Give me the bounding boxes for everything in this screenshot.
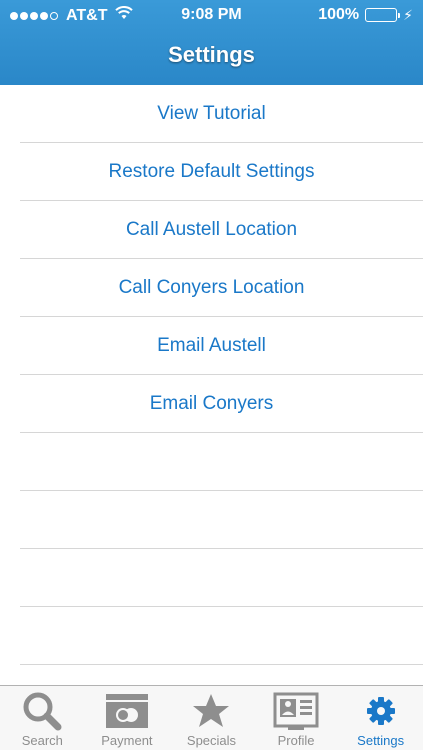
empty-row [20, 433, 423, 491]
tab-label: Profile [277, 733, 315, 748]
tab-label: Specials [186, 733, 237, 748]
tab-bar: Search Payment Specials Profile Settings [0, 685, 423, 750]
settings-item-email-conyers[interactable]: Email Conyers [20, 375, 423, 433]
battery-percentage: 100% [318, 6, 360, 23]
settings-item-view-tutorial[interactable]: View Tutorial [20, 85, 423, 143]
tab-payment[interactable]: Payment [85, 686, 170, 750]
settings-item-label: Email Conyers [149, 392, 274, 414]
tab-search[interactable]: Search [0, 686, 85, 750]
charging-icon: ⚡ [403, 6, 413, 23]
settings-item-label: View Tutorial [157, 102, 266, 124]
settings-item-label: Call Conyers Location [118, 276, 305, 298]
settings-item-restore-defaults[interactable]: Restore Default Settings [20, 143, 423, 201]
gear-icon [358, 690, 404, 732]
empty-row [20, 607, 423, 665]
settings-item-call-conyers[interactable]: Call Conyers Location [20, 259, 423, 317]
settings-item-label: Email Austell [157, 334, 266, 356]
page-title: Settings [168, 42, 255, 67]
payment-icon [104, 690, 150, 732]
profile-card-icon [273, 690, 319, 732]
settings-item-label: Call Austell Location [125, 218, 298, 240]
empty-row [20, 491, 423, 549]
settings-item-call-austell[interactable]: Call Austell Location [20, 201, 423, 259]
tab-label: Payment [101, 733, 153, 748]
star-icon [188, 690, 234, 732]
battery-icon [365, 8, 401, 22]
search-icon [19, 690, 65, 732]
tab-label: Search [21, 733, 63, 748]
settings-item-email-austell[interactable]: Email Austell [20, 317, 423, 375]
empty-row [20, 549, 423, 607]
tab-settings[interactable]: Settings [338, 686, 423, 750]
empty-row [20, 665, 423, 685]
settings-list: View Tutorial Restore Default Settings C… [0, 85, 423, 685]
settings-item-label: Restore Default Settings [108, 160, 315, 182]
battery-group: 100% ⚡ [318, 6, 413, 24]
status-bar: AT&T 9:08 PM 100% ⚡ [0, 0, 423, 30]
tab-profile[interactable]: Profile [254, 686, 339, 750]
navigation-header: AT&T 9:08 PM 100% ⚡ Settings [0, 0, 423, 85]
tab-label: Settings [357, 733, 405, 748]
tab-specials[interactable]: Specials [169, 686, 254, 750]
